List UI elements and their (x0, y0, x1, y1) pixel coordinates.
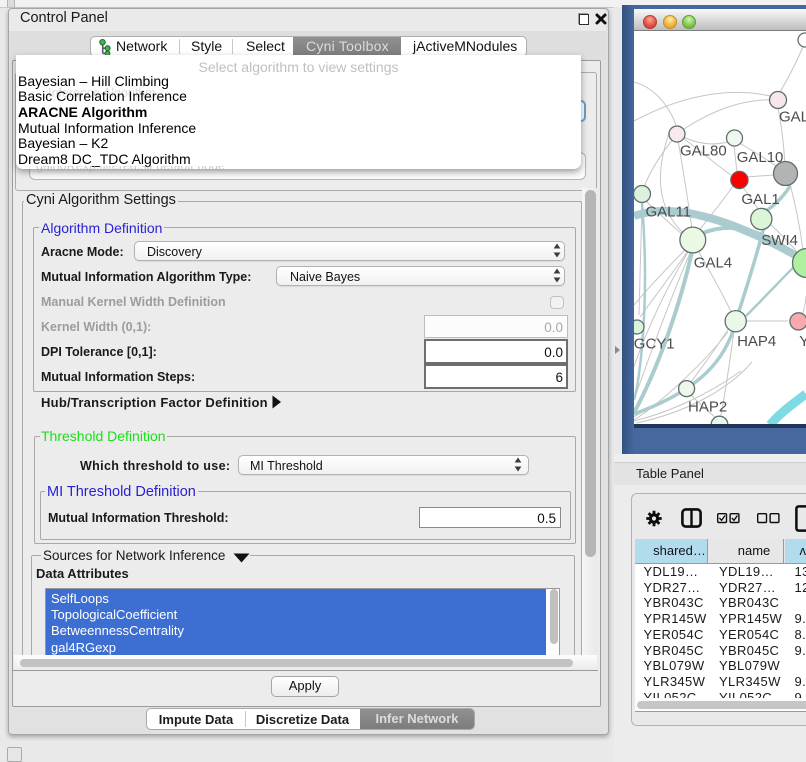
svg-text:GAL: GAL (779, 109, 806, 126)
svg-text:SWI4: SWI4 (761, 232, 798, 249)
svg-text:GCY1: GCY1 (634, 336, 675, 353)
svg-text:GAL80: GAL80 (680, 143, 727, 160)
svg-text:GAL4: GAL4 (694, 255, 732, 272)
svg-text:HAP2: HAP2 (688, 399, 727, 416)
svg-text:GAL1: GAL1 (741, 191, 779, 208)
svg-text:GAL11: GAL11 (646, 204, 692, 221)
svg-text:GAL10: GAL10 (737, 149, 784, 166)
svg-text:HAP4: HAP4 (737, 333, 776, 350)
svg-text:Y: Y (799, 333, 806, 350)
